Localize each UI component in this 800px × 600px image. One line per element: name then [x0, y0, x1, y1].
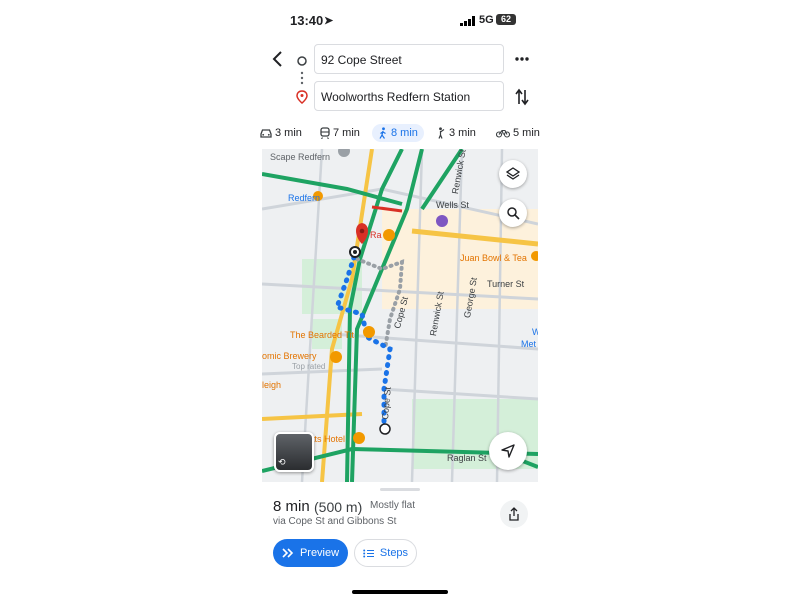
- route-distance: (500 m): [314, 499, 363, 515]
- tab-drive[interactable]: 3 min: [260, 124, 302, 142]
- layers-icon: [506, 167, 520, 180]
- map-label: Wells St: [436, 200, 469, 210]
- signal-icon: [460, 16, 475, 26]
- more-options-icon[interactable]: [514, 56, 530, 62]
- share-button[interactable]: [500, 500, 528, 528]
- street-view-thumbnail[interactable]: ⟲: [274, 432, 314, 472]
- origin-circle-icon: [297, 56, 307, 66]
- home-indicator: [352, 590, 448, 594]
- map-label: Scape Redfern: [270, 152, 331, 162]
- map-label: Top rated: [292, 362, 326, 371]
- search-icon: [507, 207, 520, 220]
- layers-button[interactable]: [499, 160, 527, 188]
- map-label: Met: [521, 339, 537, 349]
- double-chevron-icon: [282, 548, 294, 558]
- destination-field[interactable]: Woolworths Redfern Station: [314, 81, 504, 111]
- route-dots-icon: [300, 71, 304, 85]
- car-icon: [260, 129, 272, 138]
- map-label: The Bearded Tit: [290, 330, 355, 340]
- status-bar: 13:40 ➤ 5G 62: [262, 12, 538, 32]
- map-label: Raglan St: [447, 453, 487, 463]
- swap-icon[interactable]: [514, 88, 530, 106]
- route-via: via Cope St and Gibbons St: [273, 516, 397, 527]
- route-terrain: Mostly flat: [370, 500, 416, 511]
- map-label: tts Hotel: [312, 434, 346, 444]
- network-type: 5G: [479, 14, 494, 26]
- location-arrow-icon: ➤: [324, 15, 334, 27]
- tab-cycle[interactable]: 5 min: [496, 124, 540, 142]
- steps-button[interactable]: Steps: [354, 539, 417, 567]
- navigation-arrow-icon: [501, 444, 515, 458]
- list-icon: [363, 549, 374, 557]
- status-time: 13:40: [290, 13, 324, 28]
- drag-handle[interactable]: [380, 488, 420, 491]
- tab-transit[interactable]: 7 min: [320, 124, 360, 142]
- walk-icon: [379, 127, 386, 139]
- map-label: Juan Bowl & Tea: [460, 253, 527, 263]
- bike-icon: [496, 129, 510, 138]
- map-search-button[interactable]: [499, 199, 527, 227]
- route-duration: 8 min: [273, 498, 310, 515]
- street-view-360-icon: ⟲: [278, 457, 286, 467]
- origin-field[interactable]: 92 Cope Street: [314, 44, 504, 74]
- map-label: Turner St: [487, 279, 525, 289]
- map-label: omic Brewery: [262, 351, 317, 361]
- travel-mode-tabs: 3 min 7 min 8 min 3 min 5 min: [258, 122, 540, 144]
- rideshare-icon: [438, 127, 445, 139]
- destination-pin-icon: [296, 90, 308, 104]
- train-icon: [320, 127, 330, 139]
- map-label: leigh: [262, 380, 282, 390]
- preview-button[interactable]: Preview: [273, 539, 348, 567]
- map-label: W: [532, 327, 538, 337]
- battery-icon: 62: [496, 14, 516, 25]
- tab-rideshare[interactable]: 3 min: [436, 124, 476, 142]
- recenter-button[interactable]: [489, 432, 527, 470]
- back-arrow-icon[interactable]: [270, 50, 286, 68]
- map-label: Ra: [370, 230, 382, 240]
- map-view[interactable]: Scape Redfern Redfern Ra Wells St Renwic…: [262, 149, 538, 482]
- share-icon: [509, 507, 519, 521]
- route-summary-sheet: 8 min (500 m) Mostly flat via Cope St an…: [262, 482, 538, 600]
- map-label: Redfern: [288, 193, 321, 203]
- tab-walk[interactable]: 8 min: [372, 124, 424, 142]
